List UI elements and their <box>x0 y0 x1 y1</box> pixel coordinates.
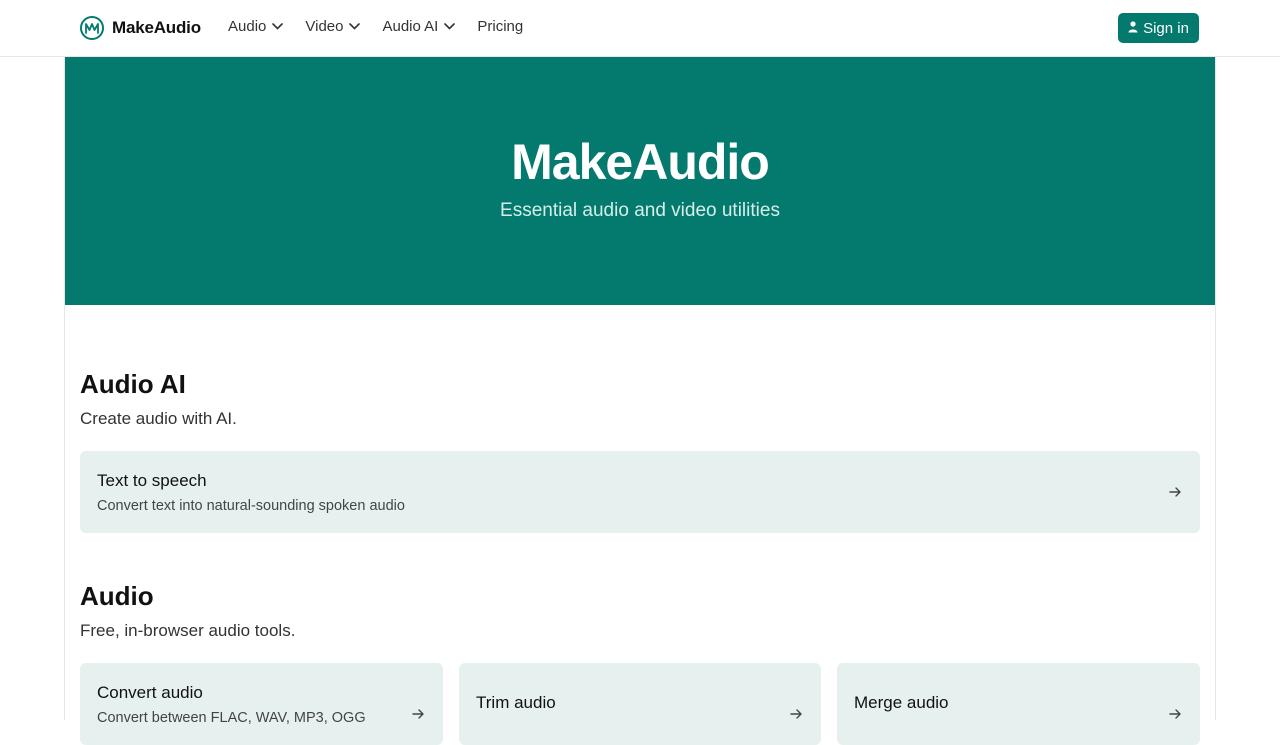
nav-video-label: Video <box>305 18 344 35</box>
hero-subtitle: Essential audio and video utilities <box>500 200 780 221</box>
arrow-right-icon <box>412 709 424 719</box>
chevron-down-icon <box>444 23 456 30</box>
card-title: Text to speech <box>97 471 207 490</box>
tool-card-text-to-speech[interactable]: Text to speech Convert text into natural… <box>80 451 1200 533</box>
section-subtitle-audio-ai: Create audio with AI. <box>80 409 237 428</box>
sign-in-button[interactable]: Sign in <box>1118 13 1199 43</box>
tool-card-convert-audio[interactable]: Convert audio Convert between FLAC, WAV,… <box>80 663 443 745</box>
nav-audio-ai[interactable]: Audio AI <box>382 18 456 35</box>
nav-pricing[interactable]: Pricing <box>477 18 523 35</box>
nav-video[interactable]: Video <box>305 18 361 35</box>
nav-audio-ai-label: Audio AI <box>382 18 439 35</box>
sign-in-label: Sign in <box>1143 19 1189 37</box>
brand-name: MakeAudio <box>112 18 201 37</box>
tool-card-trim-audio[interactable]: Trim audio <box>459 663 821 745</box>
brand-link[interactable]: MakeAudio <box>80 16 201 40</box>
section-subtitle-audio: Free, in-browser audio tools. <box>80 621 296 640</box>
chevron-down-icon <box>272 23 284 30</box>
makeaudio-logo-icon <box>80 16 104 40</box>
arrow-right-icon <box>1169 487 1181 497</box>
arrow-right-icon <box>790 709 802 719</box>
section-title-audio-ai: Audio AI <box>80 369 186 399</box>
main-nav: Audio Video Audio AI Pricing <box>228 18 523 35</box>
card-description: Convert between FLAC, WAV, MP3, OGG <box>97 710 366 726</box>
hero-title: MakeAudio <box>511 134 770 190</box>
nav-audio-label: Audio <box>228 18 267 35</box>
hero-banner: MakeAudio Essential audio and video util… <box>65 57 1215 305</box>
nav-pricing-label: Pricing <box>477 18 524 35</box>
user-icon <box>1128 20 1138 37</box>
card-description: Convert text into natural-sounding spoke… <box>97 498 405 514</box>
card-title: Convert audio <box>97 683 203 702</box>
nav-audio[interactable]: Audio <box>228 18 284 35</box>
chevron-down-icon <box>349 23 361 30</box>
section-title-audio: Audio <box>80 581 154 611</box>
tool-card-merge-audio[interactable]: Merge audio <box>837 663 1200 745</box>
card-title: Trim audio <box>476 693 556 712</box>
card-title: Merge audio <box>854 693 949 712</box>
top-navbar: MakeAudio Audio Video Audio AI Pricing S… <box>0 0 1280 57</box>
arrow-right-icon <box>1169 709 1181 719</box>
